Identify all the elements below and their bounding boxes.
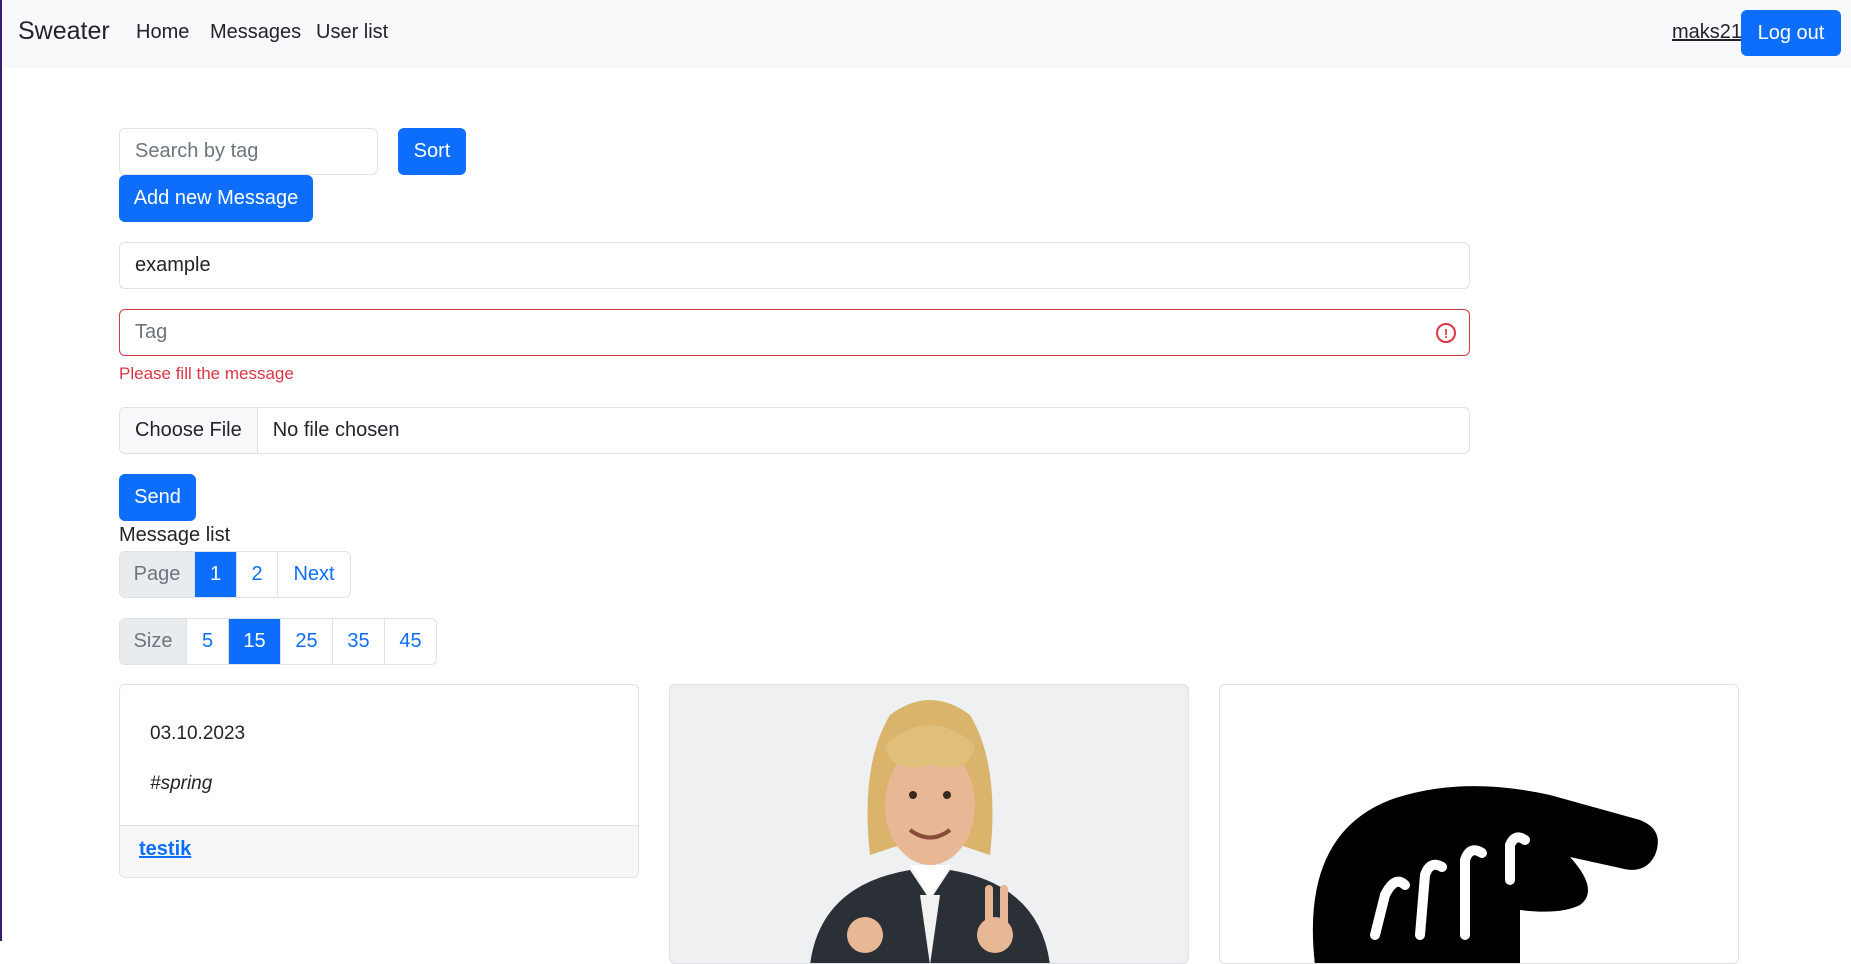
page-size-35[interactable]: 35 bbox=[332, 619, 384, 664]
nav-link-messages[interactable]: Messages bbox=[210, 21, 301, 44]
page-size-45[interactable]: 45 bbox=[384, 619, 436, 664]
page-size-25[interactable]: 25 bbox=[280, 619, 332, 664]
page-item-2[interactable]: 2 bbox=[236, 552, 277, 597]
file-input[interactable]: Choose File No file chosen bbox=[119, 407, 1470, 454]
choose-file-button[interactable]: Choose File bbox=[120, 408, 258, 453]
card-footer: testik bbox=[120, 825, 638, 877]
nav-link-home[interactable]: Home bbox=[136, 21, 189, 44]
error-icon: ! bbox=[1436, 323, 1456, 343]
message-text-input[interactable]: example bbox=[119, 242, 1470, 289]
message-list-label: Message list bbox=[119, 524, 231, 546]
pagination-label: Page bbox=[120, 552, 194, 597]
username-link[interactable]: maks21 bbox=[1672, 21, 1742, 44]
file-status: No file chosen bbox=[272, 419, 400, 441]
tag-input[interactable]: Tag ! bbox=[119, 309, 1470, 356]
page-item-next[interactable]: Next bbox=[277, 552, 350, 597]
man-photo-image bbox=[810, 700, 1050, 963]
page-size-label: Size bbox=[120, 619, 186, 664]
page-size-5[interactable]: 5 bbox=[186, 619, 228, 664]
message-card-image bbox=[1219, 684, 1739, 964]
message-date: 03.10.2023 bbox=[150, 723, 246, 744]
navbar-brand[interactable]: Sweater bbox=[18, 17, 110, 46]
page-size-selector: Size 5 15 25 35 45 bbox=[119, 618, 437, 665]
page-size-15[interactable]: 15 bbox=[228, 619, 280, 664]
nav-link-user-list[interactable]: User list bbox=[316, 21, 388, 44]
search-input[interactable]: Search by tag bbox=[119, 128, 378, 175]
hand-pointing-icon bbox=[1312, 786, 1658, 963]
send-button[interactable]: Send bbox=[119, 474, 196, 521]
message-tag: #spring bbox=[150, 773, 213, 794]
page-item-1[interactable]: 1 bbox=[194, 552, 236, 597]
tag-input-placeholder: Tag bbox=[135, 321, 168, 343]
message-card-image bbox=[669, 684, 1189, 964]
navbar: Sweater Home Messages User list maks21 L… bbox=[2, 0, 1851, 68]
message-card: 03.10.2023 #spring testik bbox=[119, 684, 639, 878]
sort-button[interactable]: Sort bbox=[398, 128, 466, 175]
logout-button[interactable]: Log out bbox=[1741, 10, 1841, 56]
tag-error-message: Please fill the message bbox=[119, 364, 294, 383]
message-author-link[interactable]: testik bbox=[139, 838, 191, 861]
pagination: Page 1 2 Next bbox=[119, 551, 351, 598]
add-message-button[interactable]: Add new Message bbox=[119, 175, 313, 222]
